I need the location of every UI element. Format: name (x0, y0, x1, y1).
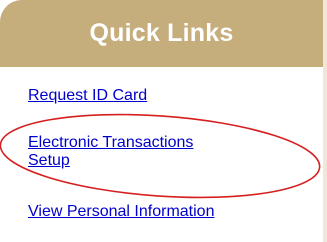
view-personal-information-label: View Personal Information (28, 203, 215, 220)
quick-links-header: Quick Links (0, 0, 323, 67)
view-personal-information-link[interactable]: View Personal Information (28, 203, 214, 221)
electronic-transactions-setup-link[interactable]: Electronic Transactions Setup (28, 134, 298, 170)
quick-links-list: Request ID Card Electronic Transactions … (0, 67, 323, 242)
request-id-card-link[interactable]: Request ID Card (28, 87, 147, 105)
electronic-transactions-label-line2: Setup (28, 152, 70, 169)
electronic-transactions-label-line1: Electronic Transactions (28, 134, 194, 151)
quick-links-title: Quick Links (89, 19, 234, 47)
quick-links-panel: Quick Links Request ID Card Electronic T… (0, 0, 327, 242)
request-id-card-label: Request ID Card (28, 87, 148, 104)
